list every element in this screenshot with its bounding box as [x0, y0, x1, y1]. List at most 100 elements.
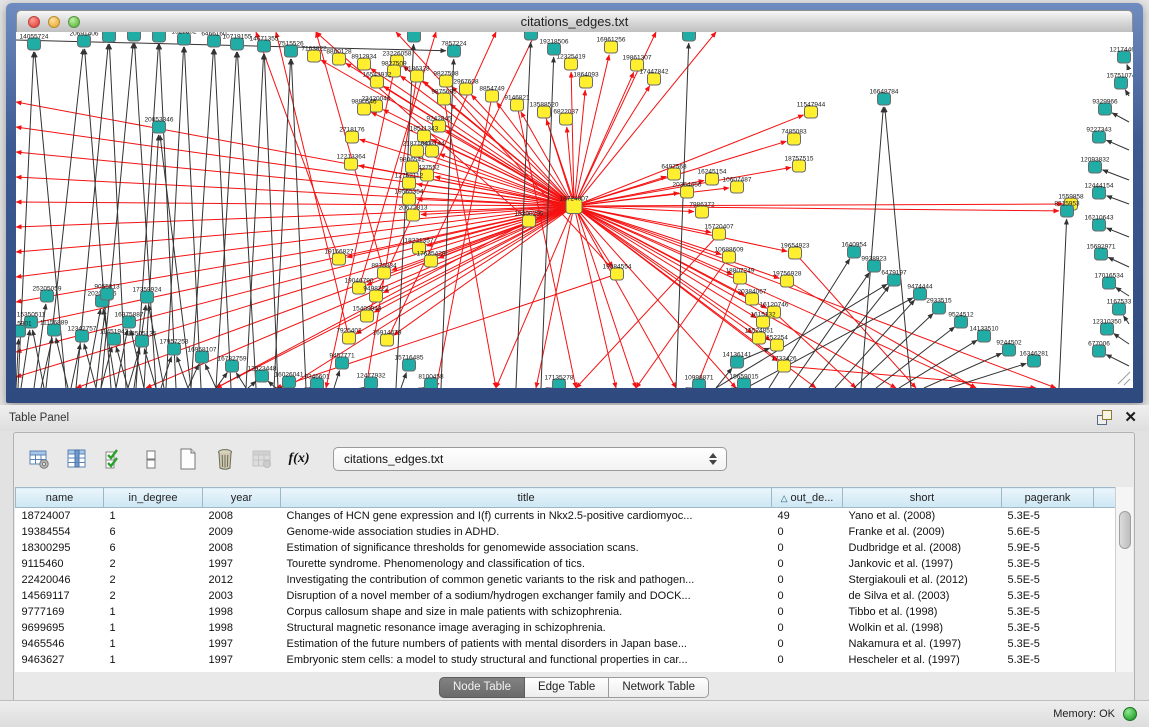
table-cell: 0	[772, 524, 843, 540]
function-builder-button[interactable]: f(x)	[287, 447, 311, 471]
column-header-filler[interactable]	[1094, 488, 1116, 508]
table-row[interactable]: 977716911998Corpus callosum shape and si…	[16, 604, 1116, 620]
table-cell: 18300295	[16, 540, 104, 556]
graph-edge	[576, 234, 719, 388]
graph-edge	[248, 381, 256, 388]
graph-edge	[1106, 228, 1129, 237]
table-cell: 0	[772, 540, 843, 556]
graph-node-label: 16245154	[698, 169, 727, 176]
table-toolbar: f(x) citations_edges.txt	[14, 433, 1134, 485]
minimize-window-icon[interactable]	[48, 16, 60, 28]
delete-column-button[interactable]	[213, 447, 237, 471]
graph-node-label: 23226058	[383, 51, 412, 58]
window-titlebar[interactable]: citations_edges.txt	[16, 10, 1133, 32]
column-header-name[interactable]: name	[16, 488, 104, 508]
table-select-dropdown[interactable]: citations_edges.txt	[333, 447, 727, 471]
graph-node-label: 9890546	[351, 99, 377, 106]
table-cell: Genome-wide association studies in ADHD.	[281, 524, 772, 540]
column-header-title[interactable]: title	[281, 488, 772, 508]
table-settings-button[interactable]	[28, 447, 52, 471]
tab-network-table[interactable]: Network Table	[609, 677, 709, 698]
new-column-button[interactable]	[176, 447, 200, 471]
select-columns-button[interactable]	[65, 447, 89, 471]
table-row[interactable]: 2242004622012Investigating the contribut…	[16, 572, 1116, 588]
graph-node-label: 20364456	[673, 182, 702, 189]
graph-node-label: 9524512	[948, 312, 974, 319]
graph-edge	[574, 204, 1063, 206]
table-row[interactable]: 1456911722003Disruption of a novel membe…	[16, 588, 1116, 604]
graph-node-teal[interactable]	[103, 32, 116, 42]
table-cell: 6	[104, 524, 203, 540]
table-cell	[1094, 620, 1116, 636]
table-cell: 1997	[203, 652, 281, 668]
column-header-short[interactable]: short	[843, 488, 1002, 508]
float-panel-icon[interactable]	[1097, 410, 1112, 425]
table-row[interactable]: 1830029562008Estimation of significance …	[16, 540, 1116, 556]
column-header-pagerank[interactable]: pagerank	[1002, 488, 1094, 508]
graph-node-label: 7857224	[441, 41, 467, 48]
graph-node-label: 9242845	[426, 116, 452, 123]
tab-node-table[interactable]: Node Table	[439, 677, 525, 698]
graph-node-label: 9329966	[1092, 99, 1118, 106]
select-all-button[interactable]	[102, 447, 126, 471]
graph-node-label: 8912934	[351, 54, 377, 61]
column-header-in_degree[interactable]: in_degree	[104, 488, 203, 508]
graph-node-teal[interactable]	[408, 32, 421, 42]
column-header-out_de...[interactable]: △out_de...	[772, 488, 843, 508]
close-window-icon[interactable]	[28, 16, 40, 28]
table-cell	[1094, 636, 1116, 652]
graph-node-teal[interactable]	[683, 32, 696, 41]
resize-grip-icon[interactable]	[1124, 379, 1130, 385]
graph-node-label: 17359924	[133, 287, 162, 294]
resize-grip-icon[interactable]	[1118, 372, 1130, 384]
deselect-all-button[interactable]	[139, 447, 163, 471]
graph-node-label: 9498222	[363, 286, 389, 293]
table-row[interactable]: 969969511998Structural magnetic resonanc…	[16, 620, 1116, 636]
graph-node-teal[interactable]	[153, 32, 166, 42]
graph-node-teal[interactable]	[525, 32, 538, 40]
table-panel-title: Table Panel	[9, 412, 69, 424]
graph-edge	[363, 387, 364, 388]
table-cell: Stergiakouli et al. (2012)	[843, 572, 1002, 588]
graph-node-label: 14671355	[250, 36, 279, 43]
network-canvas[interactable]: 1872400771638228860128891293423226058982…	[16, 32, 1133, 388]
graph-node-label: 12213364	[337, 154, 366, 161]
graph-edge	[274, 59, 291, 388]
dropdown-arrows-icon	[709, 453, 717, 465]
table-cell: 2	[104, 588, 203, 604]
graph-node-label: 9346601	[304, 374, 330, 381]
graph-node-label: 20691406	[70, 32, 99, 38]
graph-node-label: 6497568	[661, 164, 687, 171]
graph-node-teal[interactable]	[128, 32, 141, 41]
graph-edge	[166, 47, 184, 388]
table-cell: 0	[772, 556, 843, 572]
network-view[interactable]: 1872400771638228860128891293423226058982…	[16, 32, 1133, 388]
table-row[interactable]: 1872400712008Changes of HCN gene express…	[16, 508, 1116, 525]
scrollbar-thumb[interactable]	[1119, 511, 1131, 549]
tab-edge-table[interactable]: Edge Table	[525, 677, 609, 698]
column-header-year[interactable]: year	[203, 488, 281, 508]
table-row[interactable]: 946362711997Embryonic stem cells: a mode…	[16, 652, 1116, 668]
graph-node-label: 8860128	[326, 49, 352, 56]
table-cell: Embryonic stem cells: a model to study s…	[281, 652, 772, 668]
graph-node-label: 8100458	[418, 374, 444, 381]
graph-node-label: 15350511	[17, 312, 46, 319]
table-cell: 6	[104, 540, 203, 556]
graph-node-label: 18300295	[515, 211, 544, 218]
table-cell: 0	[772, 572, 843, 588]
table-cell: 2008	[203, 508, 281, 525]
memory-status-indicator[interactable]	[1123, 707, 1137, 721]
zoom-window-icon[interactable]	[68, 16, 80, 28]
graph-node-label: 9827509	[381, 61, 407, 68]
table-panel-header: Table Panel ✕	[0, 405, 1149, 431]
graph-node-label: 13588520	[530, 102, 559, 109]
table-cell: Nakamura et al. (1997)	[843, 636, 1002, 652]
table-vertical-scrollbar[interactable]	[1115, 487, 1133, 672]
table-row[interactable]: 946554611997Estimation of the future num…	[16, 636, 1116, 652]
graph-node-label: 13505135	[128, 331, 157, 338]
graph-node-label: 17016534	[1095, 273, 1124, 280]
table-row[interactable]: 911546021997Tourette syndrome. Phenomeno…	[16, 556, 1116, 572]
graph-edge	[924, 353, 1002, 388]
close-panel-icon[interactable]: ✕	[1124, 410, 1137, 425]
table-row[interactable]: 1938455462009Genome-wide association stu…	[16, 524, 1116, 540]
